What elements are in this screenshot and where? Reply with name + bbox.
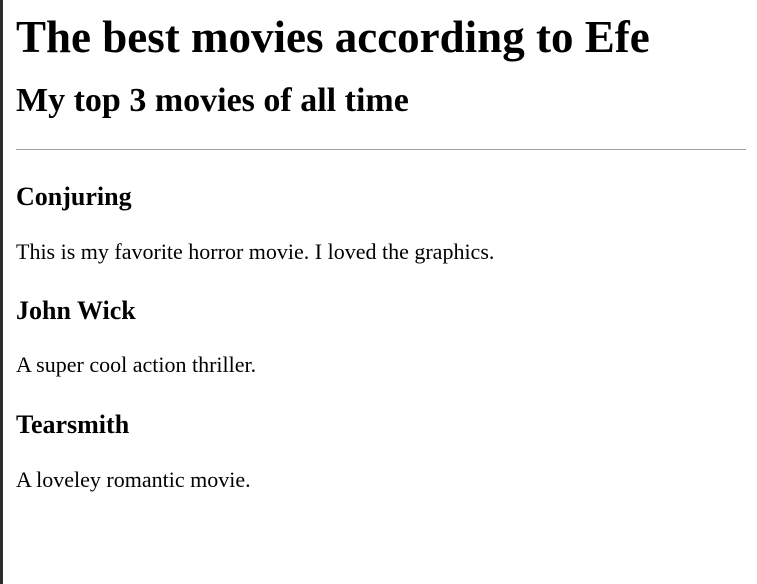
movie-description: This is my favorite horror movie. I love… xyxy=(16,239,495,264)
movie-description: A loveley romantic movie. xyxy=(16,467,251,492)
movie-item-conjuring: Conjuring This is my favorite horror mov… xyxy=(16,182,746,265)
page-content: The best movies according to Efe My top … xyxy=(16,0,746,493)
movie-title: John Wick xyxy=(16,296,136,325)
movie-title: Tearsmith xyxy=(16,410,130,439)
page-subtitle: My top 3 movies of all time xyxy=(16,82,409,119)
movie-title: Conjuring xyxy=(16,182,132,211)
left-window-border xyxy=(0,0,3,584)
movie-item-john-wick: John Wick A super cool action thriller. xyxy=(16,296,746,378)
page-title: The best movies according to Efe xyxy=(16,12,650,62)
movie-description: A super cool action thriller. xyxy=(16,352,257,377)
section-divider xyxy=(16,149,746,150)
movie-item-tearsmith: Tearsmith A loveley romantic movie. xyxy=(16,410,746,493)
